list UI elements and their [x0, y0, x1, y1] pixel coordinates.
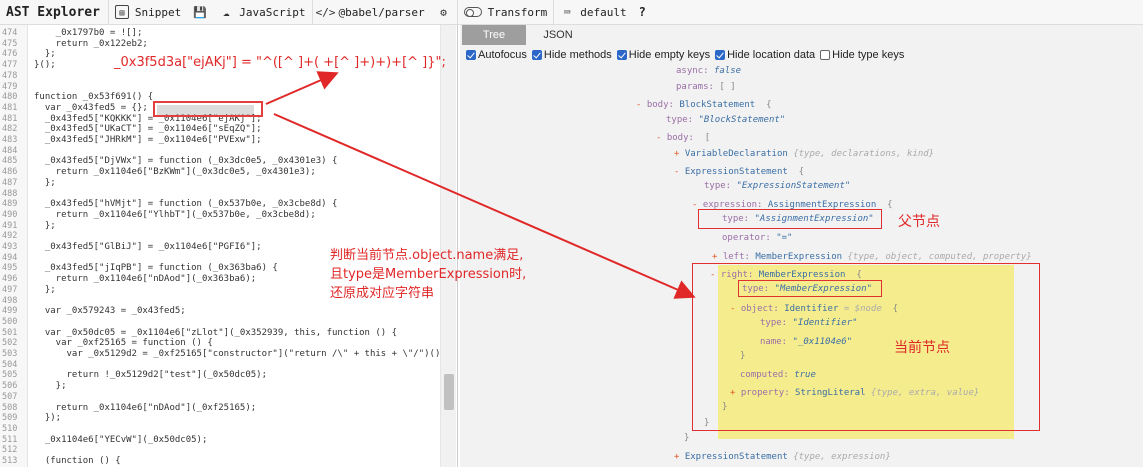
arrow-to-current-node	[273, 113, 696, 299]
annotation-arrows	[265, 71, 696, 299]
arrow-to-target-string	[265, 71, 339, 105]
